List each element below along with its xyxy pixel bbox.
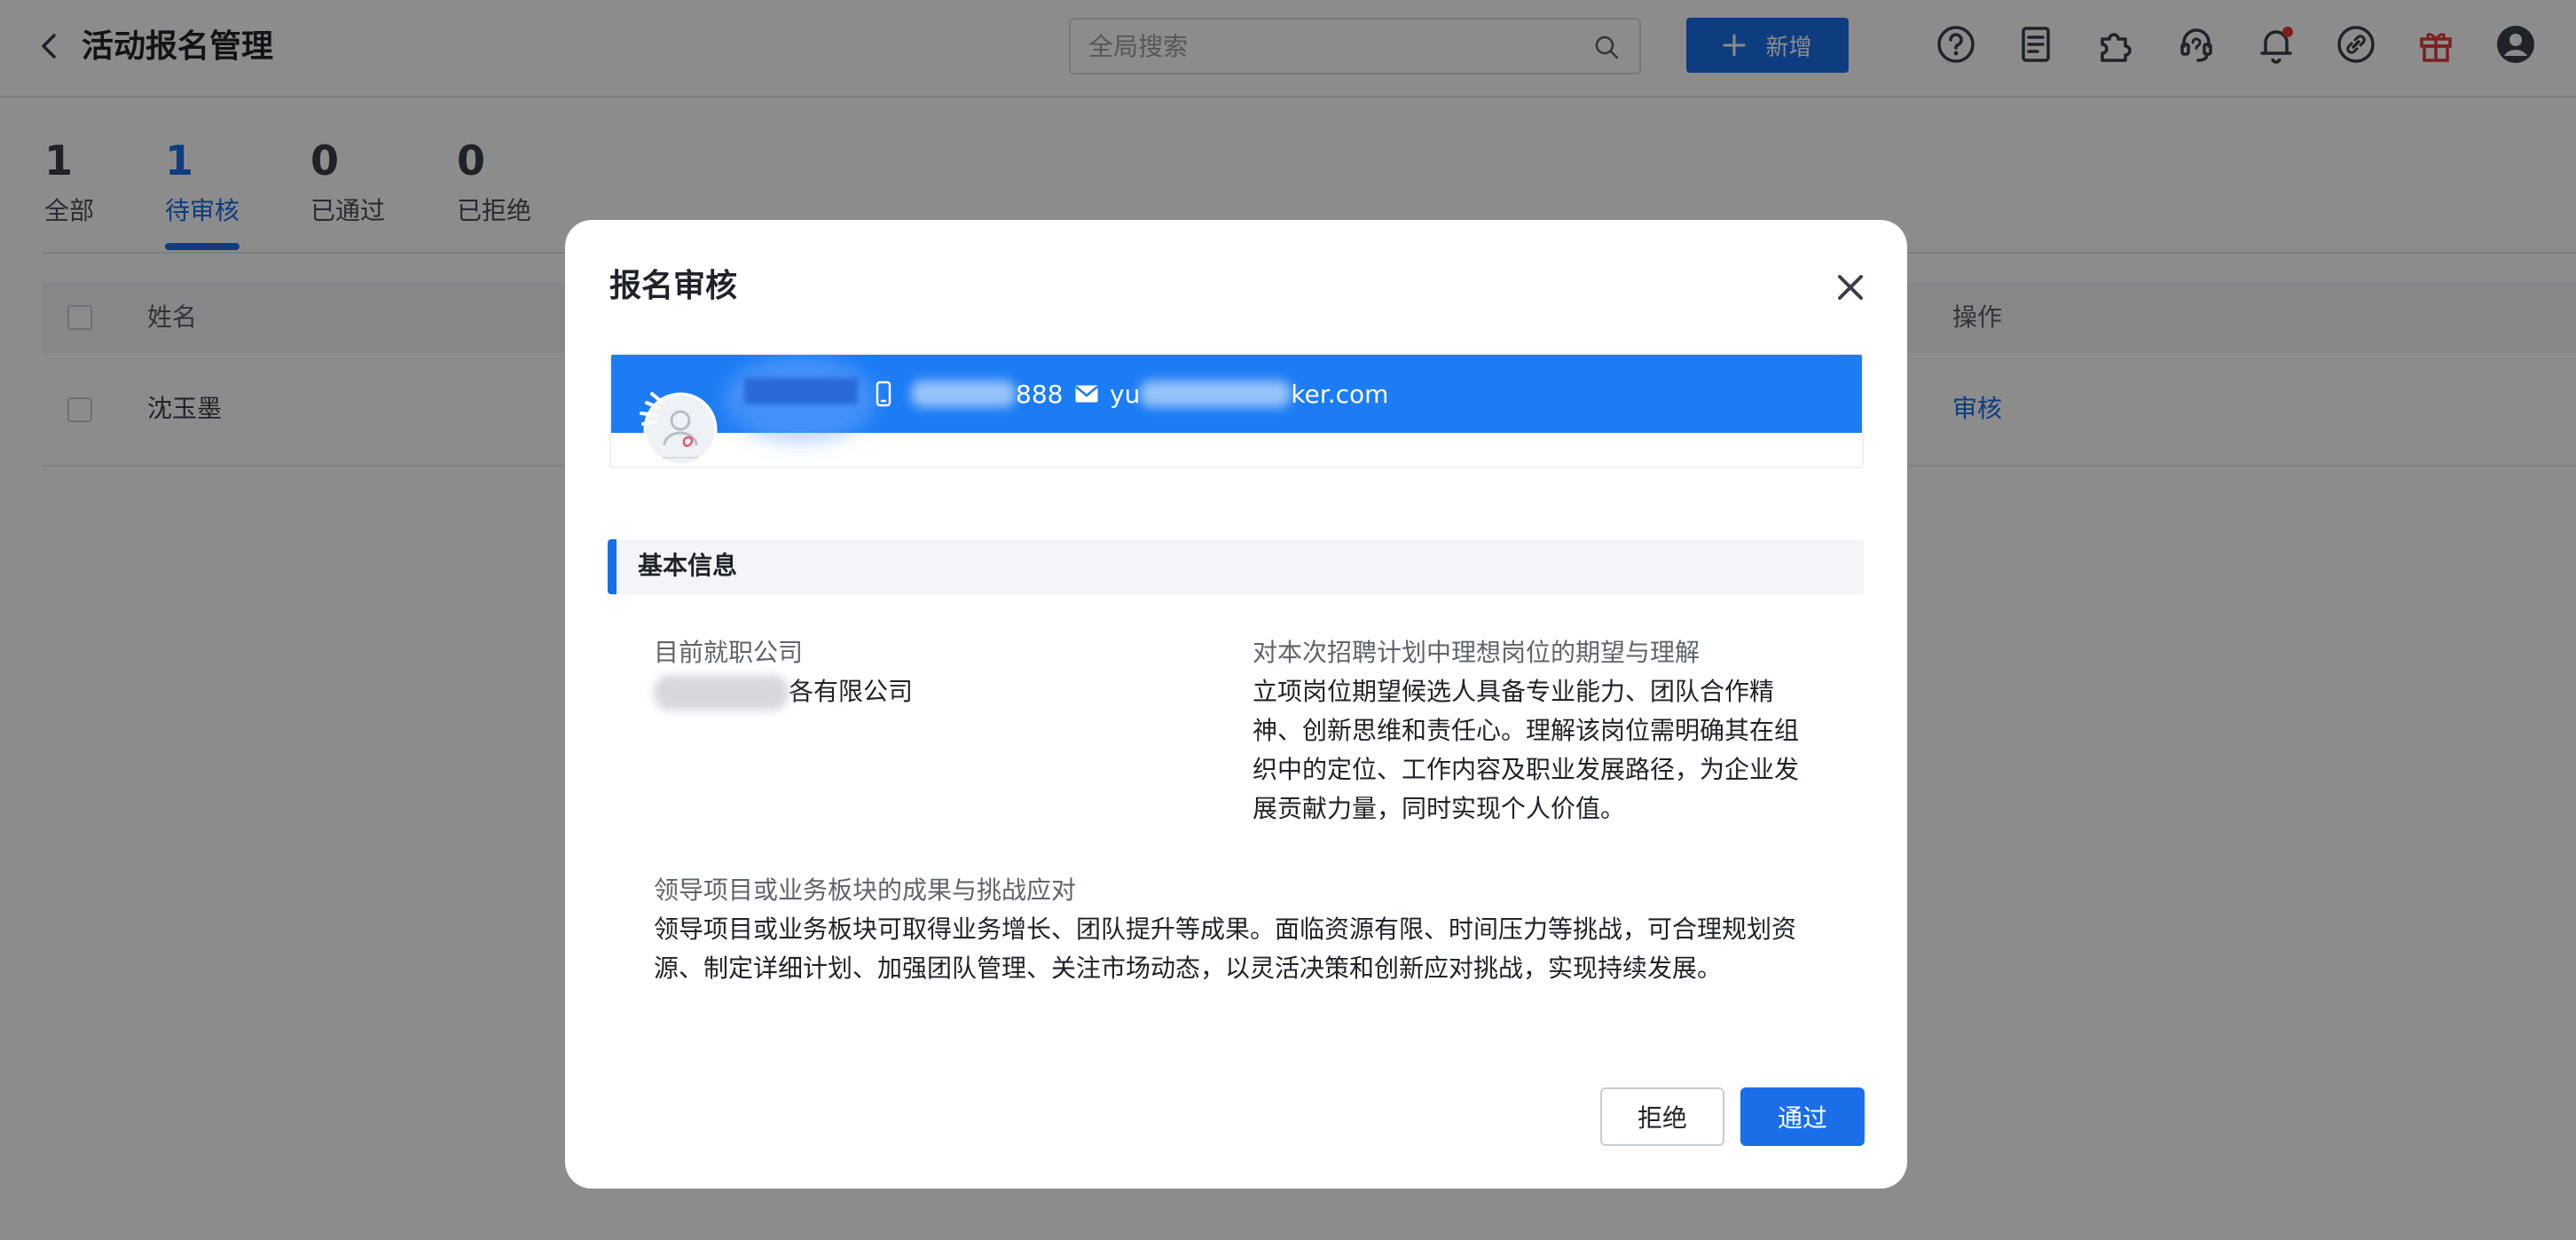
achievements-value: 领导项目或业务板块可取得业务增长、团队提升等成果。面临资源有限、时间压力等挑战，… <box>654 910 1796 988</box>
phone-icon <box>876 381 891 407</box>
page: 活动报名管理 新增 <box>0 0 2576 1240</box>
review-modal: 报名审核 888 yu ker.com 基本信息 目前就职公司 各有限公司 对本… <box>565 220 1907 1189</box>
section-accent <box>608 539 617 594</box>
applicant-profile-card: 888 yu ker.com <box>609 353 1864 468</box>
phone-suffix: 888 <box>1016 379 1064 409</box>
email-suffix: ker.com <box>1291 379 1389 409</box>
email-contact: yu ker.com <box>1074 355 1388 433</box>
blurred-email <box>1140 381 1292 407</box>
close-icon[interactable] <box>1833 270 1868 305</box>
blurred-name <box>744 378 858 404</box>
expectation-value: 立项岗位期望候选人具备专业能力、团队合作精 神、创新思维和责任心。理解该岗位需明… <box>1253 672 1799 828</box>
text-line: 展贡献力量，同时实现个人价值。 <box>1253 794 1626 823</box>
achievements-label: 领导项目或业务板块的成果与挑战应对 <box>654 875 1077 905</box>
phone-contact: 888 <box>876 355 1063 433</box>
blurred-phone <box>911 381 1016 407</box>
company-label: 目前就职公司 <box>654 638 804 667</box>
modal-title: 报名审核 <box>609 268 738 304</box>
section-title: 基本信息 <box>638 551 738 580</box>
text-line: 神、创新思维和责任心。理解该岗位需明确其在组 <box>1253 716 1800 745</box>
approve-button[interactable]: 通过 <box>1740 1087 1865 1146</box>
expectation-label: 对本次招聘计划中理想岗位的期望与理解 <box>1253 638 1700 667</box>
avatar-icon <box>640 392 718 467</box>
email-prefix: yu <box>1110 379 1141 409</box>
company-value-text: 各有限公司 <box>789 677 914 706</box>
mail-icon <box>1075 385 1098 403</box>
blurred-company-name <box>654 675 789 710</box>
section-header: 基本信息 <box>608 539 1864 594</box>
reject-button[interactable]: 拒绝 <box>1600 1087 1724 1146</box>
text-line: 织中的定位、工作内容及职业发展路径，为企业发 <box>1253 755 1800 784</box>
company-value: 各有限公司 <box>654 672 913 711</box>
text-line: 立项岗位期望候选人具备专业能力、团队合作精 <box>1253 677 1775 706</box>
text-line: 源、制定详细计划、加强团队管理、关注市场动态，以灵活决策和创新应对挑战，实现持续… <box>654 954 1723 983</box>
text-line: 领导项目或业务板块可取得业务增长、团队提升等成果。面临资源有限、时间压力等挑战，… <box>654 914 1797 944</box>
